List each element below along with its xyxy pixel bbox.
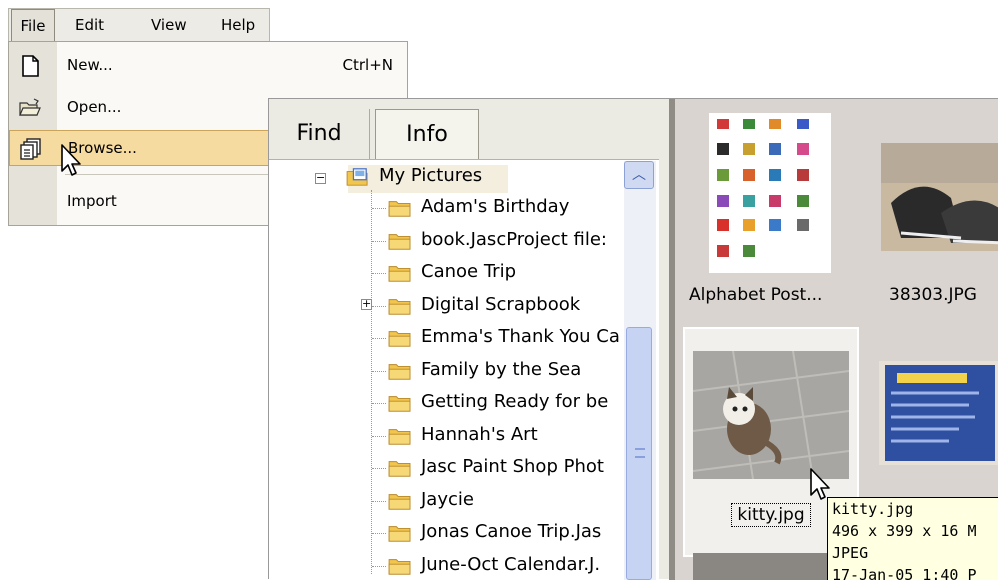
menu-item-import-label: Import [67,192,117,210]
open-folder-icon [19,98,41,116]
folder-icon [388,298,411,315]
thumbnail-38303-jpg[interactable] [881,143,998,251]
menu-item-open-label: Open... [67,98,122,116]
folder-icon [388,493,411,510]
thumbnail-youre-invited[interactable] [879,361,998,465]
tree-connector [372,208,386,209]
scrollbar-thumb[interactable] [626,327,652,580]
thumbnail-tooltip: kitty.jpg 496 x 399 x 16 M JPEG 17-Jan-0… [827,497,998,580]
menu-item-new-shortcut: Ctrl+N [342,56,393,74]
tree-connector [372,435,386,437]
tree-connector [372,500,386,502]
thumbnail-alphabet-poster[interactable] [709,113,831,273]
menu-item-new[interactable]: New... Ctrl+N [9,48,407,84]
tooltip-filename: kitty.jpg [832,500,914,518]
folder-icon [388,526,411,542]
thumbnail-label-38303: 38303.JPG [889,285,977,305]
my-pictures-folder-icon [346,168,368,186]
thumbnail-label-kitty: kitty.jpg [731,503,811,527]
tree-folder-label: Canoe Trip [421,261,516,282]
tree-connector [371,190,372,574]
menu-view[interactable]: View [151,9,187,41]
tree-folder-label: Emma's Thank You Ca [421,326,620,347]
tooltip-date: 17-Jan-05 1:40 P [832,566,977,580]
mouse-cursor-icon [810,468,830,500]
tab-find[interactable]: Find [269,109,370,159]
tab-info[interactable]: Info [375,109,479,159]
thumbnail-kitty-jpg[interactable] [693,351,849,479]
tree-connector [372,533,386,534]
tree-connector [372,468,386,469]
thumbnail-partial[interactable] [693,553,849,580]
tree-scrollbar[interactable]: ︿ [624,161,656,580]
folder-icon [388,331,411,347]
folder-icon [388,461,411,477]
tree-folder-label: book.JascProject file: [421,228,607,250]
new-document-icon [22,55,39,77]
menu-view-label: View [151,16,187,34]
menu-edit[interactable]: Edit [75,9,104,41]
tree-folder-label: Hannah's Art [421,423,538,445]
tree-connector [372,273,386,274]
menu-file-label: File [20,17,46,35]
tree-folder-label: Digital Scrapbook [421,293,581,315]
browse-icon [20,138,41,160]
folder-tree: − My Pictures Adam's Birthday book.JascPr… [269,159,659,581]
tree-connector [372,240,386,242]
tree-connector [372,338,386,339]
expand-toggle[interactable]: + [361,298,372,310]
tree-root-label: My Pictures [379,165,483,186]
menu-edit-label: Edit [75,16,105,34]
tree-folder-label: June-Oct Calendar.J. [421,553,601,575]
folder-icon [388,266,411,282]
tree-connector [372,565,386,567]
thumbnail-label-alphabet: Alphabet Post... [689,285,823,305]
collapse-toggle[interactable]: − [315,172,326,184]
tree-connector [372,370,386,372]
tab-find-label: Find [296,121,342,146]
tree-folder-label: Adam's Birthday [421,196,570,217]
menu-bar: File Edit View Help [8,8,270,43]
menu-help[interactable]: Help [221,9,255,41]
scrollbar-grip [635,448,645,458]
tree-connector [372,305,386,307]
browse-window: Find Info − My Pictures Adam's Birthday b… [268,98,998,581]
folder-icon [388,233,411,250]
mouse-cursor-icon [61,144,81,176]
tab-info-label: Info [406,122,448,147]
tree-folder-label: Jaycie [421,488,474,510]
tree-folder-label: Jonas Canoe Trip.Jas [421,521,602,542]
folder-icon [388,201,411,217]
tree-connector [372,403,386,404]
folder-icon [388,363,411,380]
palette-tabs: Find Info [269,99,669,161]
tree-folder-label: Family by the Sea [421,358,582,380]
tooltip-dimensions: 496 x 399 x 16 M [832,522,977,540]
folder-icon [388,396,411,412]
menu-item-new-label: New... [67,56,113,74]
tree-folder-label: Getting Ready for be [421,391,609,412]
thumbnail-pane: Alphabet Post... 38303.JPG kitty.jpg kit… [675,99,998,580]
menu-file[interactable]: File [11,9,55,43]
folder-icon [388,428,411,445]
tree-folder-label: Jasc Paint Shop Phot [421,456,604,477]
menu-help-label: Help [221,16,256,34]
scroll-up-arrow-icon[interactable]: ︿ [624,161,654,189]
tooltip-type: JPEG [832,544,869,562]
folder-icon [388,558,411,575]
